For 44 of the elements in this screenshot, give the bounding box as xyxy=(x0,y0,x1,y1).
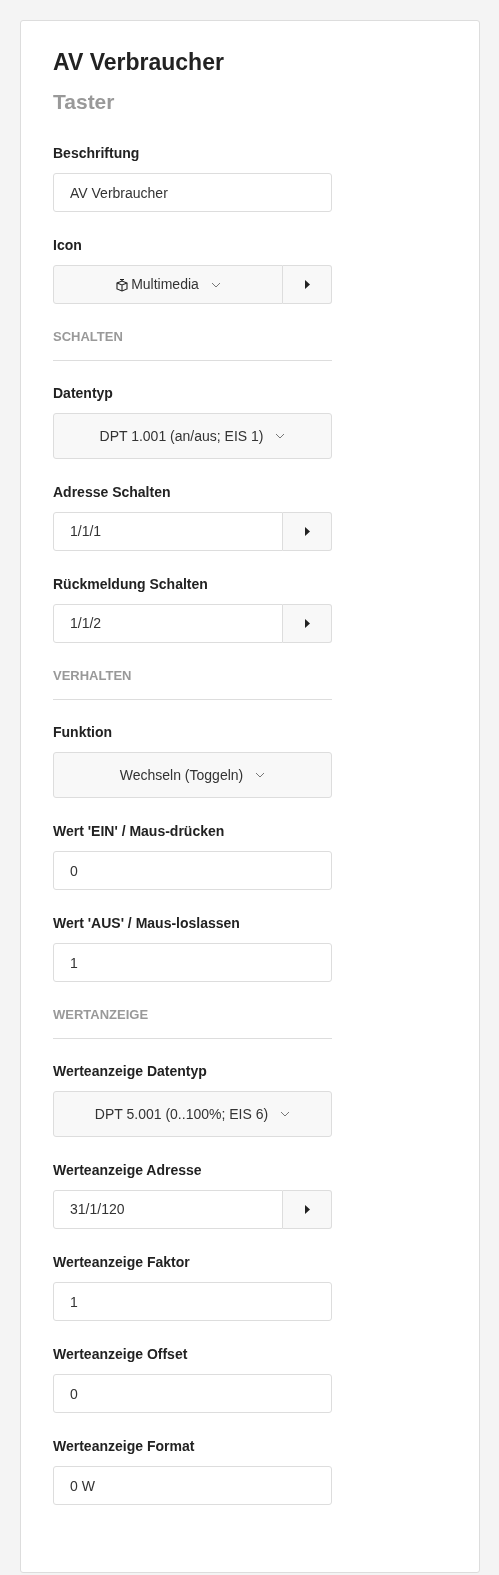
field-label: Werteanzeige Offset xyxy=(53,1345,189,1364)
field-label: Werteanzeige Format xyxy=(53,1437,196,1456)
address-field[interactable]: 31/1/120 xyxy=(53,1190,283,1229)
chevron-down-icon xyxy=(275,433,286,439)
field-label: Funktion xyxy=(53,723,114,742)
page-subtitle: Taster xyxy=(53,89,116,115)
text-field[interactable]: 1 xyxy=(53,1282,332,1321)
text-field[interactable]: 0 xyxy=(53,851,332,890)
chevron-down-icon xyxy=(210,281,221,288)
chevron-down-icon xyxy=(280,1111,291,1117)
field-label: Rückmeldung Schalten xyxy=(53,575,209,594)
play-icon xyxy=(304,1205,310,1214)
arrow-button[interactable] xyxy=(283,604,332,643)
field-label: Datentyp xyxy=(53,384,114,403)
field-label: Icon xyxy=(53,236,83,255)
address-field[interactable]: 1/1/1 xyxy=(53,512,283,551)
package-icon xyxy=(115,277,130,292)
field-label: Adresse Schalten xyxy=(53,483,172,502)
dropdown[interactable]: Wechseln (Toggeln) xyxy=(53,752,332,798)
page-title: AV Verbraucher xyxy=(53,48,225,77)
section-heading: WERTANZEIGE xyxy=(53,1006,332,1039)
address-field[interactable]: 1/1/2 xyxy=(53,604,283,643)
arrow-button[interactable] xyxy=(283,1190,332,1229)
field-label: Wert 'EIN' / Maus-drücken xyxy=(53,822,226,841)
section-heading: VERHALTEN xyxy=(53,667,332,700)
field-label: Werteanzeige Datentyp xyxy=(53,1062,208,1081)
chevron-down-icon xyxy=(255,772,266,778)
arrow-button[interactable] xyxy=(283,265,332,304)
field-label: Werteanzeige Adresse xyxy=(53,1161,203,1180)
text-field[interactable]: 0 W xyxy=(53,1466,332,1505)
play-icon xyxy=(304,280,310,289)
dropdown[interactable]: DPT 5.001 (0..100%; EIS 6) xyxy=(53,1091,332,1137)
dropdown[interactable]: DPT 1.001 (an/aus; EIS 1) xyxy=(53,413,332,459)
play-icon xyxy=(304,619,310,628)
field-label: Wert 'AUS' / Maus-loslassen xyxy=(53,914,241,933)
text-field[interactable]: AV Verbraucher xyxy=(53,173,332,212)
play-icon xyxy=(304,527,310,536)
field-label: Beschriftung xyxy=(53,144,141,163)
text-field[interactable]: 0 xyxy=(53,1374,332,1413)
field-label: Werteanzeige Faktor xyxy=(53,1253,191,1272)
icon-dropdown[interactable]: Multimedia xyxy=(53,265,283,304)
arrow-button[interactable] xyxy=(283,512,332,551)
section-heading: SCHALTEN xyxy=(53,328,332,361)
text-field[interactable]: 1 xyxy=(53,943,332,982)
